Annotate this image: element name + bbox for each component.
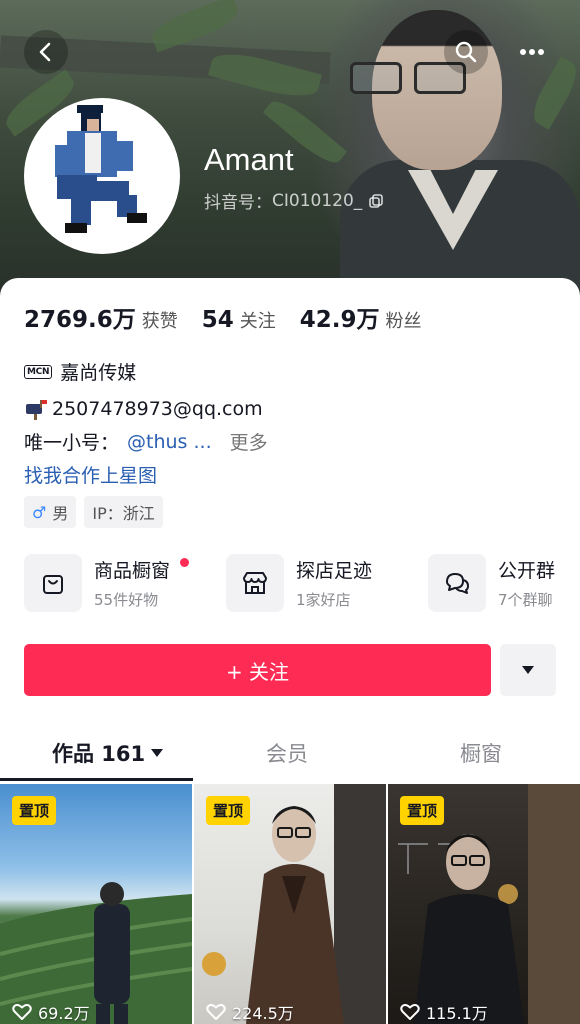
pinned-badge: 置顶 (206, 796, 251, 825)
video-thumbnail[interactable]: 置顶 224.5万 (194, 784, 386, 1024)
ip-location-label: IP：浙江 (92, 504, 155, 523)
tab-label: 会员 (266, 742, 308, 766)
heart-icon (206, 1004, 226, 1020)
video-thumbnail[interactable]: 置顶 115.1万 (388, 784, 580, 1024)
more-options-button[interactable] (510, 30, 554, 74)
search-icon (455, 41, 477, 63)
shortcut-row: 商品橱窗 55件好物 探店足迹 1家好店 公开群 7个群聊 (24, 554, 580, 616)
video-likes: 69.2万 (12, 1000, 90, 1024)
bio-email: 2507478973@qq.com (52, 398, 263, 420)
bio-more-button[interactable]: 更多 (230, 428, 268, 455)
shortcut-subtitle: 7个群聊 (498, 591, 553, 609)
shortcut-public-group[interactable]: 公开群 7个群聊 (428, 554, 555, 616)
video-thumbnail[interactable]: 置顶 69.2万 (0, 784, 192, 1024)
tab-storefront[interactable]: 橱窗 (460, 738, 502, 768)
shopping-bag-icon (24, 554, 82, 612)
username: Amant (204, 142, 294, 177)
notification-dot (180, 558, 189, 567)
caret-down-icon (151, 748, 164, 757)
shop-icon (226, 554, 284, 612)
mcn-name: 嘉尚传媒 (60, 362, 137, 384)
ip-location-tag: IP：浙江 (84, 496, 163, 528)
likes-count: 115.1万 (426, 1004, 488, 1023)
bio-sub-account-line: 唯一小号： @thus ... 更多 (24, 428, 268, 455)
back-button[interactable] (24, 30, 68, 74)
copy-icon[interactable] (368, 193, 384, 209)
more-icon (520, 49, 544, 55)
tab-label: 橱窗 (460, 742, 502, 766)
pinned-badge: 置顶 (400, 796, 445, 825)
shortcut-title: 商品橱窗 (94, 560, 171, 582)
avatar[interactable] (24, 98, 180, 254)
shortcut-title: 公开群 (498, 560, 556, 582)
active-tab-indicator (0, 778, 193, 781)
heart-icon (12, 1004, 32, 1020)
bio-email-line: 2507478973@qq.com (24, 398, 263, 420)
stat-following[interactable]: 54 关注 (202, 307, 276, 333)
chat-group-icon (428, 554, 486, 612)
tab-membership[interactable]: 会员 (266, 738, 308, 768)
douyin-id-label: 抖音号： (204, 193, 272, 213)
video-grid: 置顶 69.2万 置顶 224.5万 置顶 115.1万 (0, 784, 580, 1024)
stat-label: 关注 (239, 311, 276, 332)
douyin-id-value: CI010120_ (272, 190, 363, 211)
stat-value: 42.9万 (299, 307, 380, 333)
likes-count: 224.5万 (232, 1004, 294, 1023)
stats-row: 2769.6万 获赞 54 关注 42.9万 粉丝 (24, 300, 422, 334)
shortcut-subtitle: 1家好店 (296, 591, 351, 609)
video-likes: 224.5万 (206, 1000, 294, 1024)
sub-account-label: 唯一小号： (24, 432, 120, 454)
profile-card: 2769.6万 获赞 54 关注 42.9万 粉丝 MCN 嘉尚传媒 25074… (0, 278, 580, 1024)
follow-button[interactable]: + 关注 (24, 644, 491, 696)
pixel-avatar-icon (27, 101, 177, 251)
caret-down-icon (522, 666, 534, 674)
pinned-badge: 置顶 (12, 796, 57, 825)
mailbox-icon (26, 400, 47, 420)
douyin-id[interactable]: 抖音号： CI010120_ (204, 188, 384, 213)
heart-icon (400, 1004, 420, 1020)
likes-count: 69.2万 (38, 1004, 90, 1023)
chevron-left-icon (39, 42, 51, 62)
stat-value: 2769.6万 (24, 307, 136, 333)
stat-followers[interactable]: 42.9万 粉丝 (300, 300, 422, 334)
gender-tag: ♂ 男 (24, 496, 77, 528)
shortcut-subtitle: 55件好物 (94, 591, 159, 609)
profile-tags: ♂ 男 IP：浙江 (24, 496, 163, 528)
tab-label: 作品 161 (52, 742, 146, 766)
recommend-dropdown-button[interactable] (500, 644, 556, 696)
mcn-row[interactable]: MCN 嘉尚传媒 (24, 358, 136, 385)
stat-label: 获赞 (141, 311, 178, 332)
video-likes: 115.1万 (400, 1000, 488, 1024)
shortcut-shop-visits[interactable]: 探店足迹 1家好店 (226, 554, 372, 616)
sub-account-link[interactable]: @thus ... (127, 431, 212, 453)
search-button[interactable] (444, 30, 488, 74)
mcn-icon: MCN (24, 364, 53, 379)
xingtu-link[interactable]: 找我合作上星图 (24, 461, 157, 488)
stat-label: 粉丝 (385, 311, 422, 332)
gender-label: 男 (52, 504, 69, 523)
shortcut-title: 探店足迹 (296, 560, 373, 582)
content-tabs: 作品 161 会员 橱窗 (0, 726, 580, 782)
male-icon: ♂ (32, 502, 47, 522)
stat-value: 54 (201, 307, 234, 333)
stat-likes[interactable]: 2769.6万 获赞 (24, 300, 178, 334)
shortcut-storefront[interactable]: 商品橱窗 55件好物 (24, 554, 189, 616)
tab-works[interactable]: 作品 161 (52, 738, 164, 768)
